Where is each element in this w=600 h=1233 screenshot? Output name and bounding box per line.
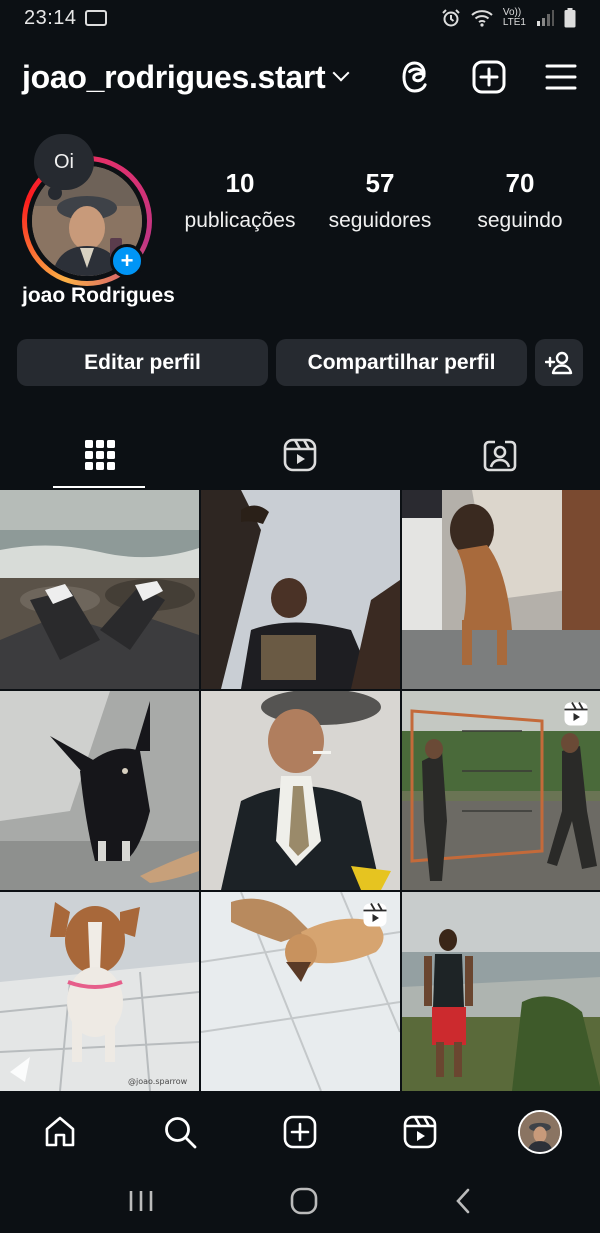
profile-note-bubble[interactable]: Oi	[34, 134, 94, 190]
tab-posts-grid[interactable]	[0, 420, 200, 490]
grid-icon	[85, 440, 115, 470]
stat-posts[interactable]: 10 publicações	[170, 168, 310, 233]
watermark-text: @joao.sparrow	[128, 1077, 188, 1086]
threads-icon[interactable]	[400, 60, 434, 94]
menu-icon[interactable]	[544, 60, 578, 94]
lte-label: LTE1	[502, 17, 526, 28]
battery-icon	[564, 8, 576, 28]
reel-badge-icon	[363, 903, 387, 927]
back-icon[interactable]	[454, 1187, 472, 1215]
profile-tabs	[0, 420, 600, 490]
stat-followers[interactable]: 57 seguidores	[310, 168, 450, 233]
profile-stats: 10 publicações 57 seguidores 70 seguindo	[170, 168, 590, 233]
network-label: Vo)) LTE1	[503, 8, 526, 28]
post-image: @joao.sparrow	[0, 892, 199, 1091]
posts-grid: @joao.sparrow	[0, 490, 600, 1095]
header-actions	[400, 60, 578, 94]
nav-create[interactable]	[240, 1115, 360, 1149]
post-image	[201, 691, 400, 890]
stat-following[interactable]: 70 seguindo	[450, 168, 590, 233]
post-thumbnail[interactable]	[402, 892, 600, 1091]
system-navigation	[0, 1168, 600, 1233]
reel-badge-icon	[564, 702, 588, 726]
post-image	[402, 490, 600, 689]
profile-header: joao_rodrigues.start	[0, 52, 600, 102]
nav-reels[interactable]	[360, 1115, 480, 1149]
create-post-icon[interactable]	[472, 60, 506, 94]
plus-icon: +	[120, 248, 134, 273]
signal-icon	[537, 10, 554, 26]
post-image	[0, 490, 199, 689]
wifi-icon	[471, 10, 493, 27]
status-bar: 23:14 Vo)) LTE1	[0, 0, 600, 36]
tagged-icon	[483, 440, 517, 472]
discover-people-button[interactable]	[535, 339, 583, 386]
post-image	[0, 691, 199, 890]
post-thumbnail[interactable]	[0, 490, 199, 689]
voicemail-icon	[84, 10, 107, 26]
share-profile-button[interactable]: Compartilhar perfil	[276, 339, 527, 386]
profile-note-text: Oi	[54, 150, 74, 173]
post-thumbnail[interactable]	[201, 691, 400, 890]
reels-icon	[403, 1115, 437, 1149]
nav-search[interactable]	[120, 1115, 240, 1149]
display-name: joao Rodrigues	[22, 284, 175, 307]
search-icon	[165, 1117, 197, 1149]
edit-profile-button[interactable]: Editar perfil	[17, 339, 268, 386]
post-thumbnail[interactable]	[402, 490, 600, 689]
home-icon	[45, 1116, 75, 1147]
status-time: 23:14	[24, 6, 77, 29]
nav-home[interactable]	[0, 1115, 120, 1149]
note-bubble-tail	[48, 186, 62, 200]
create-icon	[283, 1115, 317, 1149]
post-image	[402, 892, 600, 1091]
add-person-icon	[545, 351, 573, 374]
alarm-icon	[442, 9, 460, 27]
tab-reels[interactable]	[200, 420, 400, 490]
status-icons: Vo)) LTE1	[441, 8, 576, 28]
stat-followers-value: 57	[365, 168, 395, 198]
bottom-navigation	[0, 1100, 600, 1164]
post-thumbnail[interactable]: @joao.sparrow	[0, 892, 199, 1091]
nav-profile[interactable]	[480, 1110, 600, 1154]
stat-following-value: 70	[505, 168, 535, 198]
stat-posts-value: 10	[225, 168, 255, 198]
home-button-icon[interactable]	[290, 1187, 318, 1215]
stat-following-label: seguindo	[477, 209, 563, 232]
recent-apps-icon[interactable]	[128, 1189, 154, 1213]
post-thumbnail[interactable]	[0, 691, 199, 890]
post-image	[201, 490, 400, 689]
profile-actions: Editar perfil Compartilhar perfil	[17, 339, 583, 386]
post-thumbnail[interactable]	[201, 892, 400, 1091]
post-thumbnail[interactable]	[402, 691, 600, 890]
stat-posts-label: publicações	[184, 209, 296, 232]
tab-tagged[interactable]	[400, 420, 600, 490]
stat-followers-label: seguidores	[328, 209, 432, 232]
chevron-down-icon[interactable]	[332, 64, 350, 82]
add-story-button[interactable]: +	[110, 244, 144, 278]
post-thumbnail[interactable]	[201, 490, 400, 689]
reels-icon	[283, 438, 317, 472]
username-switcher[interactable]: joao_rodrigues.start	[22, 59, 326, 96]
profile-avatar	[518, 1110, 562, 1154]
